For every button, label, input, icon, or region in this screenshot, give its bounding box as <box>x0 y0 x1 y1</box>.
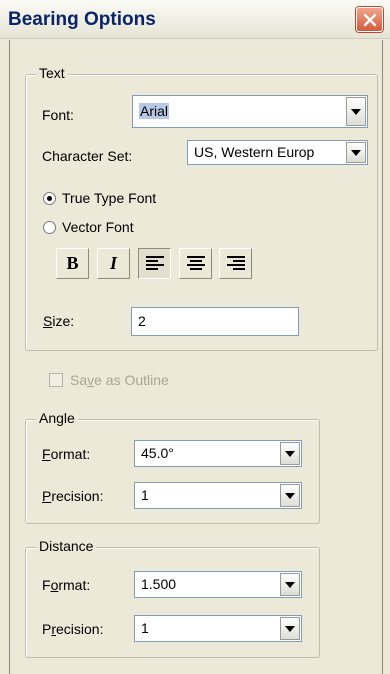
align-left-button[interactable] <box>138 248 171 279</box>
close-button[interactable] <box>356 7 383 32</box>
font-value: Arial <box>139 103 170 119</box>
angle-precision-select[interactable]: 1 <box>134 482 302 509</box>
angle-precision-dropdown-button[interactable] <box>280 484 300 507</box>
size-value: 2 <box>138 313 146 329</box>
distance-precision-select[interactable]: 1 <box>134 615 302 642</box>
true-type-radio[interactable] <box>43 192 56 205</box>
size-input[interactable]: 2 <box>131 307 299 336</box>
angle-precision-value: 1 <box>141 487 149 503</box>
true-type-label: True Type Font <box>62 190 157 206</box>
vector-font-label: Vector Font <box>62 219 134 235</box>
font-label: Font: <box>42 107 74 123</box>
angle-format-select[interactable]: 45.0° <box>134 440 302 467</box>
italic-button[interactable]: I <box>97 248 130 279</box>
save-as-outline-checkbox[interactable] <box>49 373 63 387</box>
align-right-icon <box>226 256 245 270</box>
chevron-down-icon <box>351 149 361 156</box>
vector-font-radio[interactable] <box>43 221 56 234</box>
window-title: Bearing Options <box>8 9 156 30</box>
charset-select[interactable]: US, Western Europ <box>187 140 368 165</box>
angle-format-value: 45.0° <box>141 445 174 461</box>
angle-format-label: Format: <box>42 446 91 462</box>
align-center-icon <box>186 256 205 270</box>
charset-value: US, Western Europ <box>194 144 315 160</box>
distance-precision-value: 1 <box>141 620 149 636</box>
chevron-down-icon <box>285 450 295 457</box>
distance-format-value: 1.500 <box>141 576 177 592</box>
close-icon <box>363 13 376 26</box>
save-as-outline-label: Save as Outline <box>70 372 169 388</box>
title-bar: Bearing Options <box>0 0 390 39</box>
text-group-legend: Text <box>36 65 68 81</box>
align-right-button[interactable] <box>219 248 252 279</box>
distance-format-dropdown-button[interactable] <box>280 573 300 596</box>
chevron-down-icon <box>351 108 361 115</box>
charset-label: Character Set: <box>42 148 133 164</box>
distance-precision-label: Precision: <box>42 621 104 637</box>
angle-precision-label: Precision: <box>42 488 104 504</box>
angle-format-dropdown-button[interactable] <box>280 442 300 465</box>
distance-format-select[interactable]: 1.500 <box>134 571 302 598</box>
distance-precision-dropdown-button[interactable] <box>280 617 300 640</box>
charset-dropdown-button[interactable] <box>346 142 366 163</box>
chevron-down-icon <box>285 581 295 588</box>
font-select[interactable]: Arial <box>132 95 368 128</box>
distance-format-label: Format: <box>42 577 91 593</box>
font-dropdown-button[interactable] <box>346 97 366 126</box>
chevron-down-icon <box>285 625 295 632</box>
bold-button[interactable]: B <box>56 248 89 279</box>
distance-group-legend: Distance <box>36 538 97 554</box>
bold-label: B <box>66 253 79 273</box>
radio-dot <box>47 196 52 201</box>
size-label: Size: <box>43 313 75 329</box>
chevron-down-icon <box>285 492 295 499</box>
align-center-button[interactable] <box>179 248 212 279</box>
angle-group-legend: Angle <box>36 410 78 426</box>
align-left-icon <box>145 256 164 270</box>
italic-label: I <box>109 253 117 273</box>
